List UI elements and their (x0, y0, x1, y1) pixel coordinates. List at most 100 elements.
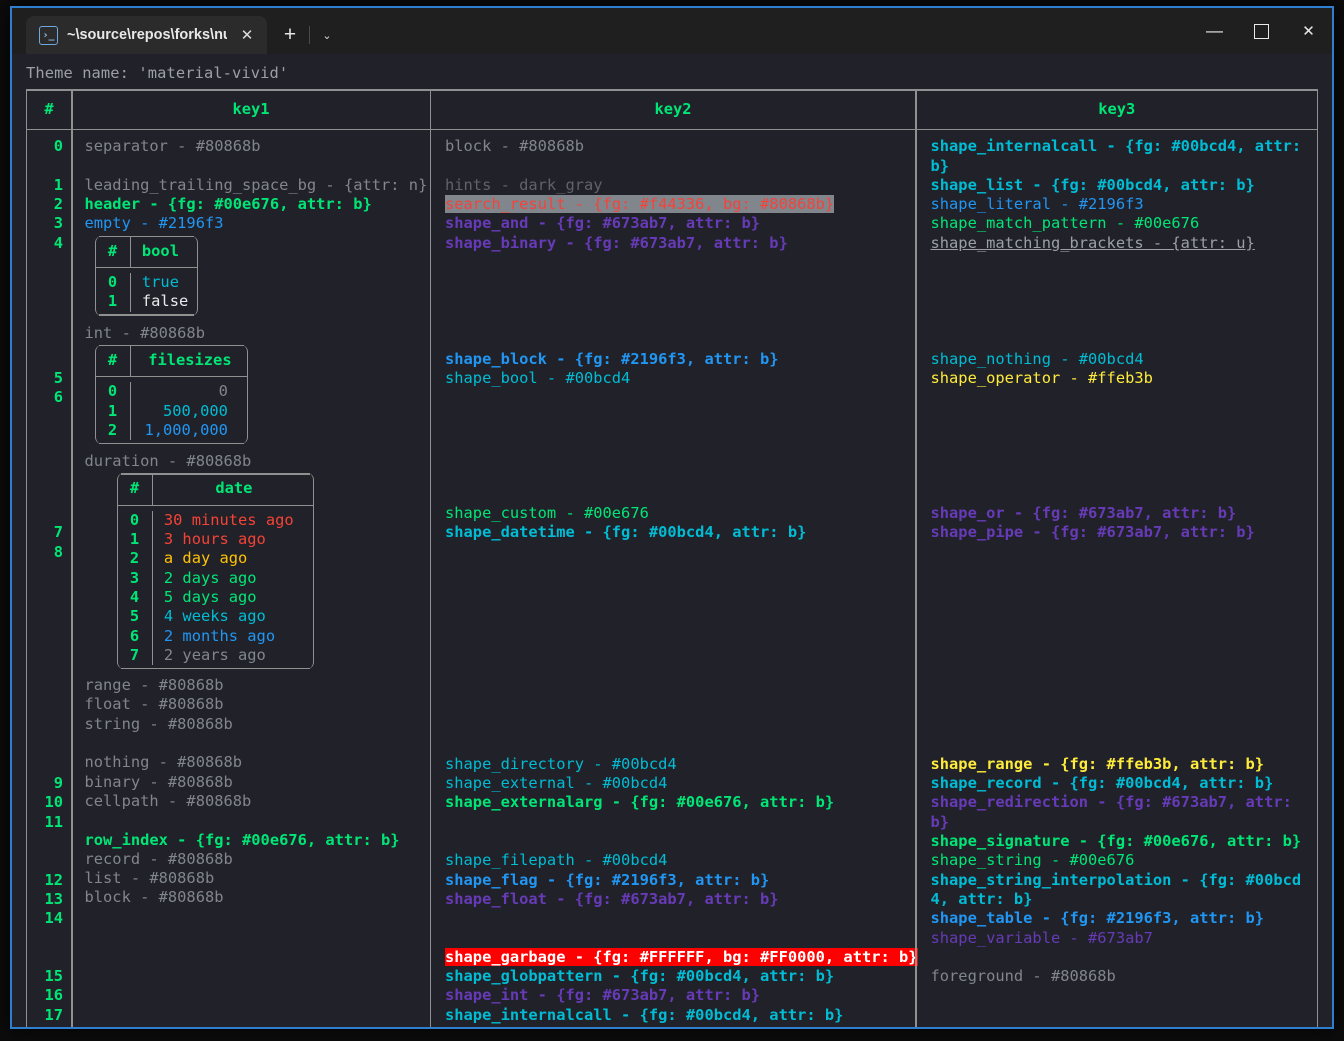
nested-cell-value: a day ago (163, 549, 248, 568)
entry-hints: hints - dark_gray (445, 175, 603, 194)
nested-table-bool: # bool 0 true 1 false (94, 235, 199, 316)
column-header-key2: key2 (654, 99, 692, 118)
row-index: 0 (53, 137, 63, 156)
nested-row-index: 0 (129, 510, 140, 529)
nested-cell-value: 2 months ago (163, 626, 276, 645)
entry-shape-pipe: shape_pipe - {fg: #673ab7, attr: b} (930, 523, 1255, 542)
entry-cellpath: cellpath - #80868b (84, 791, 252, 810)
row-index: 4 (53, 233, 63, 252)
window-controls: — ✕ (1191, 8, 1332, 54)
entry-shape-signature: shape_signature - {fg: #00e676, attr: b} (930, 832, 1302, 851)
row-index: 14 (44, 909, 63, 928)
chevron-down-icon[interactable]: ⌄ (312, 16, 342, 54)
row-index: 7 (53, 523, 63, 542)
key1-column: separator - #80868b leading_trailing_spa… (73, 130, 430, 1027)
entry-shape-matching-brackets: shape_matching_brackets - {attr: u} (930, 233, 1255, 252)
entry-shape-external: shape_external - #00bcd4 (445, 774, 668, 793)
entry-row-index: row_index - {fg: #00e676, attr: b} (84, 830, 400, 849)
row-index: 1 (53, 175, 63, 194)
nested-cell-value: 4 weeks ago (163, 607, 266, 626)
new-tab-button[interactable]: + (273, 16, 307, 54)
close-icon[interactable]: ✕ (236, 24, 258, 46)
nested-header-row: # filesizes (95, 344, 247, 378)
nested-table-row: 7 2 years ago (118, 645, 313, 666)
entry-nothing: nothing - #80868b (84, 753, 243, 772)
nested-cell-value: 2 days ago (163, 568, 257, 587)
nested-row-index: 0 (107, 273, 118, 292)
square-icon (1254, 23, 1269, 39)
nested-table-row: 1 false (96, 292, 198, 312)
row-index: 18 (27, 1025, 63, 1027)
nested-col-header-index: # (107, 241, 118, 260)
entry-string: string - #80868b (84, 714, 233, 733)
entry-leading-trailing-space-bg: leading_trailing_space_bg - {attr: n} (84, 175, 428, 194)
nested-cell-value: 500,000 (163, 401, 228, 420)
entry-shape-record: shape_record - {fg: #00bcd4, attr: b} (930, 774, 1274, 793)
nested-table-row: 2 1,000,000 (96, 420, 247, 441)
nested-table-row: 6 2 months ago (118, 626, 313, 646)
nested-table-row: 1 3 hours ago (118, 530, 313, 550)
key2-column: block - #80868b hints - dark_gray search… (431, 130, 918, 1027)
terminal-window: ›_ ~\source\repos\forks\nu_scrip ✕ + ⌄ —… (10, 6, 1334, 1029)
nested-row-index: 7 (129, 645, 140, 664)
terminal-content[interactable]: Theme name: 'material-vivid' # key1 key2… (12, 54, 1332, 1027)
tab-strip: ›_ ~\source\repos\forks\nu_scrip ✕ + ⌄ (12, 8, 342, 54)
column-header-index: # (44, 99, 54, 118)
nested-row-index: 5 (129, 607, 140, 626)
nested-cell-value: true (141, 273, 179, 292)
entry-shape-internalcall: shape_internalcall - {fg: #00bcd4, attr:… (445, 1005, 844, 1024)
nested-cell-value: 2 years ago (163, 645, 266, 664)
table-header-row: # key1 key2 key3 (27, 89, 1317, 131)
nested-header-row: # bool (95, 235, 198, 269)
nested-row-index: 3 (129, 568, 140, 587)
nested-table-row: 5 4 weeks ago (118, 607, 313, 627)
nested-cell-value: false (141, 292, 189, 311)
nested-cell-value: 3 hours ago (163, 530, 266, 549)
tab-active[interactable]: ›_ ~\source\repos\forks\nu_scrip ✕ (26, 16, 267, 54)
entry-shape-float: shape_float - {fg: #673ab7, attr: b} (445, 889, 779, 908)
nested-table-row: 0 true (96, 273, 198, 293)
entry-int: int - #80868b (84, 323, 205, 342)
entry-block: block - #80868b (445, 137, 584, 156)
window-close-button[interactable]: ✕ (1285, 8, 1332, 54)
entry-shape-variable: shape_variable - #673ab7 (930, 928, 1153, 947)
nested-row-index: 4 (129, 587, 140, 606)
entry-shape-filepath: shape_filepath - #00bcd4 (445, 851, 668, 870)
nested-table-row: 1 500,000 (96, 401, 247, 421)
row-index: 9 (53, 774, 63, 793)
entry-separator: separator - #80868b (84, 137, 261, 156)
terminal-icon: ›_ (39, 25, 58, 45)
theme-name-line: Theme name: 'material-vivid' (26, 64, 289, 82)
nested-cell-value: 30 minutes ago (163, 510, 294, 529)
maximize-button[interactable] (1238, 8, 1285, 54)
entry-shape-string: shape_string - #00e676 (930, 851, 1135, 870)
column-header-key3: key3 (1098, 99, 1136, 118)
nested-col-header-index: # (129, 479, 140, 498)
nested-cell-value: 1,000,000 (144, 420, 228, 439)
key3-column: shape_internalcall - {fg: #00bcd4, attr:… (917, 130, 1318, 1027)
row-index: 17 (44, 1005, 63, 1024)
entry-shape-table: shape_table - {fg: #2196f3, attr: b} (930, 909, 1265, 928)
nested-table-row: 4 5 days ago (118, 587, 313, 608)
nested-table-row: 0 30 minutes ago (118, 510, 313, 531)
nested-table-row: 0 0 (96, 382, 247, 402)
entry-empty: empty - #2196f3 (84, 214, 224, 233)
entry-shape-garbage: shape_garbage - {fg: #FFFFFF, bg: #FF000… (445, 947, 918, 967)
entry-shape-redirection: shape_redirection - {fg: #673ab7, attr: … (930, 793, 1302, 831)
nested-row-index: 1 (129, 530, 140, 549)
entry-shape-operator: shape_operator - #ffeb3b (930, 368, 1153, 387)
nested-header-row: # date (117, 473, 313, 506)
entry-float: float - #80868b (84, 695, 224, 714)
row-index: 3 (53, 214, 63, 233)
entry-shape-directory: shape_directory - #00bcd4 (445, 754, 677, 773)
entry-shape-binary: shape_binary - {fg: #673ab7, attr: b} (445, 233, 788, 252)
nested-col-header-bool: bool (141, 241, 179, 260)
minimize-button[interactable]: — (1191, 8, 1238, 60)
garbage-highlight: shape_garbage - {fg: #FFFFFF, bg: #FF000… (445, 947, 918, 966)
entry-shape-custom: shape_custom - #00e676 (445, 503, 649, 522)
row-index: 12 (44, 870, 63, 889)
nested-row-index: 1 (107, 292, 118, 311)
table-body: 0 1 2 3 4 5 6 7 8 9 10 11 12 13 14 15 16… (27, 130, 1317, 1027)
entry-binary: binary - #80868b (84, 772, 233, 791)
theme-table: # key1 key2 key3 0 1 2 3 4 5 6 7 8 9 10 … (26, 89, 1318, 1027)
